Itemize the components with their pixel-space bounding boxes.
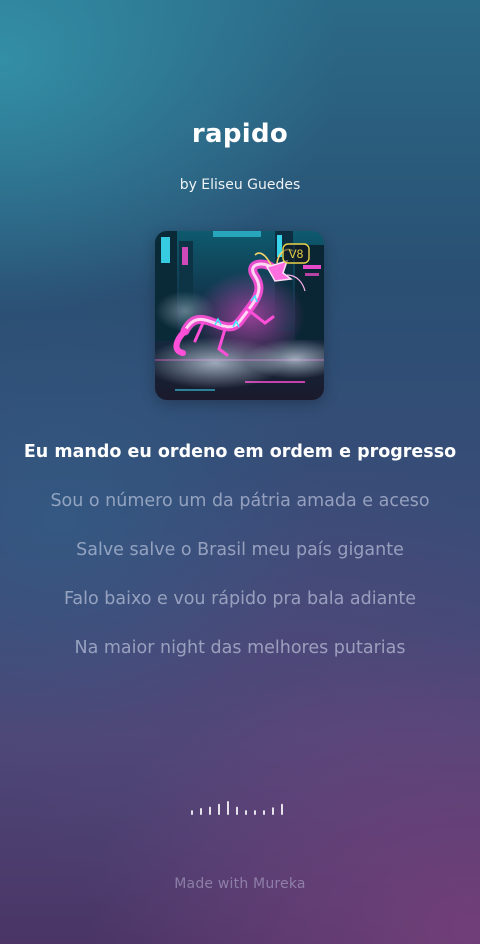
waveform-bar: [254, 810, 256, 815]
song-header: rapido by Eliseu Guedes: [0, 112, 480, 194]
dragon-artwork: V8: [155, 231, 324, 400]
version-badge-label: V8: [289, 247, 304, 261]
waveform-bar: [236, 806, 238, 815]
album-cover: V8: [155, 231, 324, 400]
waveform-bar: [191, 810, 193, 815]
lyric-line[interactable]: Salve salve o Brasil meu país gigante: [0, 534, 480, 566]
waveform-bar: [200, 808, 202, 815]
lyrics-panel: Eu mando eu ordeno em ordem e progresso …: [0, 436, 480, 681]
waveform-bar: [281, 803, 283, 815]
song-title: rapido: [191, 119, 289, 149]
artist-credit: by Eliseu Guedes: [179, 177, 301, 193]
waveform-bar: [218, 803, 220, 815]
waveform-bar: [209, 806, 211, 815]
lyric-line[interactable]: Sou o número um da pátria amada e aceso: [0, 485, 480, 517]
lyric-line[interactable]: Eu mando eu ordeno em ordem e progresso: [0, 436, 480, 468]
audio-waveform-icon: [191, 801, 283, 815]
waveform-bar: [272, 807, 274, 815]
version-badge: V8: [282, 243, 310, 264]
made-with-credit: Made with Mureka: [174, 876, 306, 892]
waveform-bar: [263, 810, 265, 815]
lyric-line[interactable]: Na maior night das melhores putarias: [0, 632, 480, 664]
waveform-bar: [245, 810, 247, 815]
lyric-line[interactable]: Falo baixo e vou rápido pra bala adiante: [0, 583, 480, 615]
waveform-bar: [227, 801, 229, 815]
